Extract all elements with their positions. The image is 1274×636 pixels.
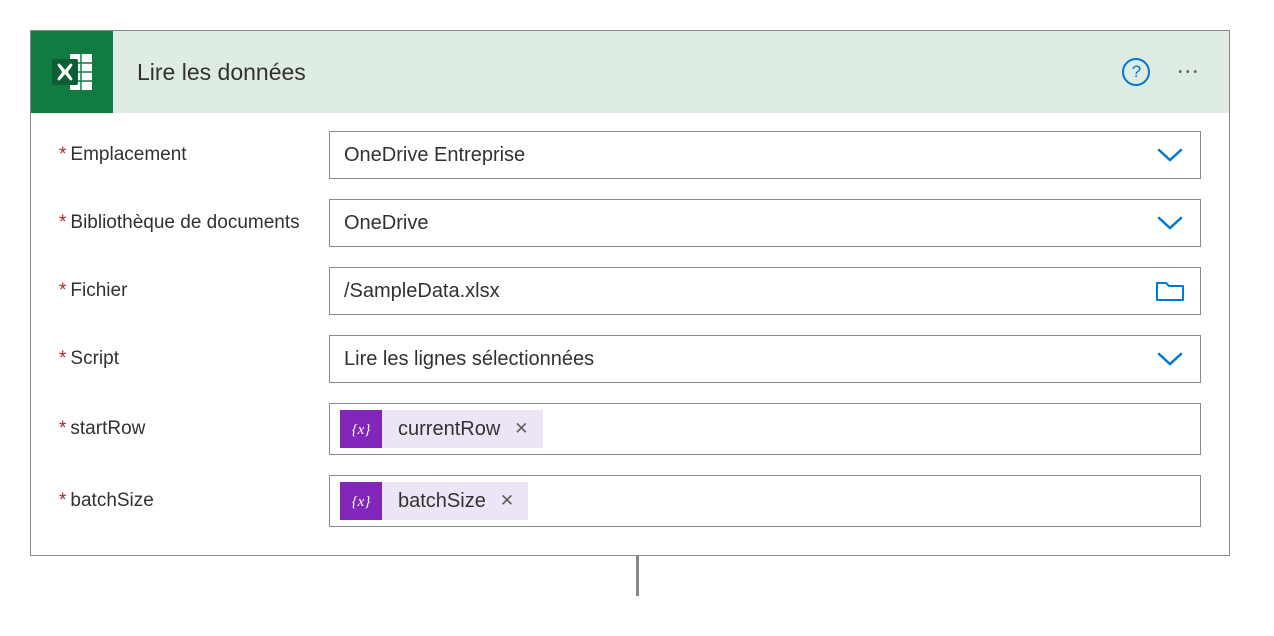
dropdown-library-value: OneDrive	[330, 212, 1140, 235]
connector-line	[636, 556, 639, 596]
chevron-down-icon	[1140, 215, 1200, 231]
input-startrow[interactable]: {x} currentRow ✕	[329, 403, 1201, 455]
token-remove-icon[interactable]: ✕	[500, 491, 528, 511]
label-file: *Fichier	[59, 280, 329, 302]
form-body: *Emplacement OneDrive Entreprise *Biblio…	[31, 113, 1229, 555]
label-startrow: *startRow	[59, 418, 329, 440]
row-library: *Bibliothèque de documents OneDrive	[59, 199, 1201, 247]
file-picker[interactable]: /SampleData.xlsx	[329, 267, 1201, 315]
row-file: *Fichier /SampleData.xlsx	[59, 267, 1201, 315]
folder-icon[interactable]	[1140, 279, 1200, 303]
label-location: *Emplacement	[59, 144, 329, 166]
variable-icon: {x}	[340, 410, 382, 448]
dropdown-location-value: OneDrive Entreprise	[330, 144, 1140, 167]
more-menu-icon[interactable]: •••	[1178, 67, 1201, 78]
dropdown-script[interactable]: Lire les lignes sélectionnées	[329, 335, 1201, 383]
card-title: Lire les données	[113, 59, 1122, 86]
row-batchsize: *batchSize {x} batchSize ✕	[59, 475, 1201, 527]
file-value: /SampleData.xlsx	[330, 280, 1140, 303]
chevron-down-icon	[1140, 351, 1200, 367]
svg-text:{x}: {x}	[352, 422, 371, 438]
label-batchsize: *batchSize	[59, 490, 329, 512]
dropdown-script-value: Lire les lignes sélectionnées	[330, 348, 1140, 371]
excel-icon	[31, 31, 113, 113]
token-label: currentRow	[382, 418, 514, 441]
svg-text:{x}: {x}	[352, 494, 371, 510]
card-header: Lire les données ? •••	[31, 31, 1229, 113]
row-startrow: *startRow {x} currentRow ✕	[59, 403, 1201, 455]
help-icon[interactable]: ?	[1122, 58, 1150, 86]
token-batchsize: {x} batchSize ✕	[340, 482, 528, 520]
dropdown-library[interactable]: OneDrive	[329, 199, 1201, 247]
row-script: *Script Lire les lignes sélectionnées	[59, 335, 1201, 383]
chevron-down-icon	[1140, 147, 1200, 163]
row-location: *Emplacement OneDrive Entreprise	[59, 131, 1201, 179]
token-remove-icon[interactable]: ✕	[514, 419, 542, 439]
label-script: *Script	[59, 348, 329, 370]
variable-icon: {x}	[340, 482, 382, 520]
action-card: Lire les données ? ••• *Emplacement OneD…	[30, 30, 1230, 556]
token-currentrow: {x} currentRow ✕	[340, 410, 543, 448]
input-batchsize[interactable]: {x} batchSize ✕	[329, 475, 1201, 527]
token-label: batchSize	[382, 490, 500, 513]
dropdown-location[interactable]: OneDrive Entreprise	[329, 131, 1201, 179]
label-library: *Bibliothèque de documents	[59, 212, 329, 234]
header-actions: ? •••	[1122, 58, 1229, 86]
